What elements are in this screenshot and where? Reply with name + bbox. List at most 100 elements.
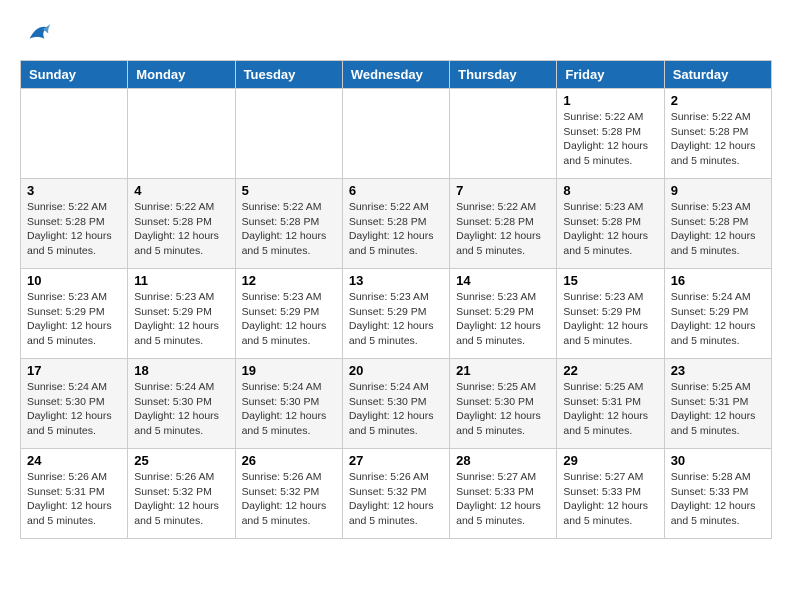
weekday-header-row: SundayMondayTuesdayWednesdayThursdayFrid…: [21, 61, 772, 89]
calendar-cell: 12 Sunrise: 5:23 AM Sunset: 5:29 PM Dayli…: [235, 269, 342, 359]
calendar-cell: 27 Sunrise: 5:26 AM Sunset: 5:32 PM Dayli…: [342, 449, 449, 539]
day-number: 12: [242, 273, 336, 288]
day-number: 22: [563, 363, 657, 378]
day-number: 23: [671, 363, 765, 378]
calendar-cell: 1 Sunrise: 5:22 AM Sunset: 5:28 PM Daylig…: [557, 89, 664, 179]
calendar-cell: 15Sunrise: 5:23 AM Sunset: 5:29 PM Dayli…: [557, 269, 664, 359]
day-number: 18: [134, 363, 228, 378]
day-info: Sunrise: 5:24 AM Sunset: 5:30 PM Dayligh…: [242, 380, 336, 439]
day-info: Sunrise: 5:25 AM Sunset: 5:30 PM Dayligh…: [456, 380, 550, 439]
calendar-cell: [342, 89, 449, 179]
day-info: Sunrise: 5:23 AM Sunset: 5:28 PM Dayligh…: [671, 200, 765, 259]
calendar-cell: 22Sunrise: 5:25 AM Sunset: 5:31 PM Dayli…: [557, 359, 664, 449]
day-number: 3: [27, 183, 121, 198]
day-number: 13: [349, 273, 443, 288]
calendar-cell: 13 Sunrise: 5:23 AM Sunset: 5:29 PM Dayli…: [342, 269, 449, 359]
day-number: 19: [242, 363, 336, 378]
day-info: Sunrise: 5:28 AM Sunset: 5:33 PM Dayligh…: [671, 470, 765, 529]
day-info: Sunrise: 5:27 AM Sunset: 5:33 PM Dayligh…: [563, 470, 657, 529]
day-number: 8: [563, 183, 657, 198]
calendar-cell: [128, 89, 235, 179]
day-info: Sunrise: 5:24 AM Sunset: 5:30 PM Dayligh…: [134, 380, 228, 439]
weekday-header-tuesday: Tuesday: [235, 61, 342, 89]
calendar-cell: 14Sunrise: 5:23 AM Sunset: 5:29 PM Dayli…: [450, 269, 557, 359]
calendar-table: SundayMondayTuesdayWednesdayThursdayFrid…: [20, 60, 772, 539]
day-info: Sunrise: 5:25 AM Sunset: 5:31 PM Dayligh…: [671, 380, 765, 439]
day-number: 10: [27, 273, 121, 288]
day-info: Sunrise: 5:22 AM Sunset: 5:28 PM Dayligh…: [671, 110, 765, 169]
day-info: Sunrise: 5:23 AM Sunset: 5:29 PM Dayligh…: [563, 290, 657, 349]
weekday-header-thursday: Thursday: [450, 61, 557, 89]
day-number: 1: [563, 93, 657, 108]
day-number: 17: [27, 363, 121, 378]
day-number: 16: [671, 273, 765, 288]
calendar-cell: 25 Sunrise: 5:26 AM Sunset: 5:32 PM Dayli…: [128, 449, 235, 539]
day-info: Sunrise: 5:22 AM Sunset: 5:28 PM Dayligh…: [349, 200, 443, 259]
day-number: 2: [671, 93, 765, 108]
day-info: Sunrise: 5:24 AM Sunset: 5:29 PM Dayligh…: [671, 290, 765, 349]
logo-bird-icon: [22, 20, 52, 50]
day-number: 26: [242, 453, 336, 468]
day-number: 6: [349, 183, 443, 198]
calendar-cell: 4Sunrise: 5:22 AM Sunset: 5:28 PM Daylig…: [128, 179, 235, 269]
day-info: Sunrise: 5:27 AM Sunset: 5:33 PM Dayligh…: [456, 470, 550, 529]
day-number: 27: [349, 453, 443, 468]
calendar-cell: 2 Sunrise: 5:22 AM Sunset: 5:28 PM Daylig…: [664, 89, 771, 179]
day-info: Sunrise: 5:22 AM Sunset: 5:28 PM Dayligh…: [456, 200, 550, 259]
day-info: Sunrise: 5:23 AM Sunset: 5:28 PM Dayligh…: [563, 200, 657, 259]
calendar-cell: 24 Sunrise: 5:26 AM Sunset: 5:31 PM Dayli…: [21, 449, 128, 539]
calendar-cell: 29 Sunrise: 5:27 AM Sunset: 5:33 PM Dayli…: [557, 449, 664, 539]
day-info: Sunrise: 5:23 AM Sunset: 5:29 PM Dayligh…: [27, 290, 121, 349]
calendar-cell: 11 Sunrise: 5:23 AM Sunset: 5:29 PM Dayli…: [128, 269, 235, 359]
calendar-cell: 19 Sunrise: 5:24 AM Sunset: 5:30 PM Dayli…: [235, 359, 342, 449]
day-number: 24: [27, 453, 121, 468]
calendar-cell: 10 Sunrise: 5:23 AM Sunset: 5:29 PM Dayli…: [21, 269, 128, 359]
day-info: Sunrise: 5:22 AM Sunset: 5:28 PM Dayligh…: [27, 200, 121, 259]
weekday-header-friday: Friday: [557, 61, 664, 89]
logo: [20, 20, 52, 50]
day-info: Sunrise: 5:26 AM Sunset: 5:32 PM Dayligh…: [349, 470, 443, 529]
calendar-cell: 30 Sunrise: 5:28 AM Sunset: 5:33 PM Dayli…: [664, 449, 771, 539]
day-number: 29: [563, 453, 657, 468]
day-number: 20: [349, 363, 443, 378]
calendar-cell: 3 Sunrise: 5:22 AM Sunset: 5:28 PM Daylig…: [21, 179, 128, 269]
day-info: Sunrise: 5:23 AM Sunset: 5:29 PM Dayligh…: [349, 290, 443, 349]
calendar-cell: 5Sunrise: 5:22 AM Sunset: 5:28 PM Daylig…: [235, 179, 342, 269]
day-info: Sunrise: 5:26 AM Sunset: 5:31 PM Dayligh…: [27, 470, 121, 529]
day-number: 25: [134, 453, 228, 468]
calendar-week-row: 1 Sunrise: 5:22 AM Sunset: 5:28 PM Daylig…: [21, 89, 772, 179]
weekday-header-wednesday: Wednesday: [342, 61, 449, 89]
calendar-cell: [21, 89, 128, 179]
calendar-cell: 20 Sunrise: 5:24 AM Sunset: 5:30 PM Dayli…: [342, 359, 449, 449]
day-info: Sunrise: 5:23 AM Sunset: 5:29 PM Dayligh…: [134, 290, 228, 349]
calendar-cell: 21 Sunrise: 5:25 AM Sunset: 5:30 PM Dayli…: [450, 359, 557, 449]
day-info: Sunrise: 5:24 AM Sunset: 5:30 PM Dayligh…: [349, 380, 443, 439]
calendar-cell: 9 Sunrise: 5:23 AM Sunset: 5:28 PM Daylig…: [664, 179, 771, 269]
day-number: 9: [671, 183, 765, 198]
day-number: 30: [671, 453, 765, 468]
day-number: 7: [456, 183, 550, 198]
calendar-cell: 8 Sunrise: 5:23 AM Sunset: 5:28 PM Daylig…: [557, 179, 664, 269]
calendar-cell: 23 Sunrise: 5:25 AM Sunset: 5:31 PM Dayli…: [664, 359, 771, 449]
day-info: Sunrise: 5:22 AM Sunset: 5:28 PM Dayligh…: [563, 110, 657, 169]
calendar-cell: [450, 89, 557, 179]
day-number: 14: [456, 273, 550, 288]
weekday-header-sunday: Sunday: [21, 61, 128, 89]
weekday-header-monday: Monday: [128, 61, 235, 89]
day-info: Sunrise: 5:22 AM Sunset: 5:28 PM Dayligh…: [242, 200, 336, 259]
calendar-cell: 16 Sunrise: 5:24 AM Sunset: 5:29 PM Dayli…: [664, 269, 771, 359]
calendar-week-row: 17 Sunrise: 5:24 AM Sunset: 5:30 PM Dayli…: [21, 359, 772, 449]
day-info: Sunrise: 5:23 AM Sunset: 5:29 PM Dayligh…: [242, 290, 336, 349]
weekday-header-saturday: Saturday: [664, 61, 771, 89]
calendar-cell: 7 Sunrise: 5:22 AM Sunset: 5:28 PM Daylig…: [450, 179, 557, 269]
calendar-cell: [235, 89, 342, 179]
calendar-week-row: 10 Sunrise: 5:23 AM Sunset: 5:29 PM Dayli…: [21, 269, 772, 359]
calendar-cell: 28Sunrise: 5:27 AM Sunset: 5:33 PM Dayli…: [450, 449, 557, 539]
calendar-cell: 26Sunrise: 5:26 AM Sunset: 5:32 PM Dayli…: [235, 449, 342, 539]
calendar-week-row: 3 Sunrise: 5:22 AM Sunset: 5:28 PM Daylig…: [21, 179, 772, 269]
day-number: 21: [456, 363, 550, 378]
calendar-cell: 17Sunrise: 5:24 AM Sunset: 5:30 PM Dayli…: [21, 359, 128, 449]
day-info: Sunrise: 5:26 AM Sunset: 5:32 PM Dayligh…: [134, 470, 228, 529]
day-number: 4: [134, 183, 228, 198]
day-number: 11: [134, 273, 228, 288]
